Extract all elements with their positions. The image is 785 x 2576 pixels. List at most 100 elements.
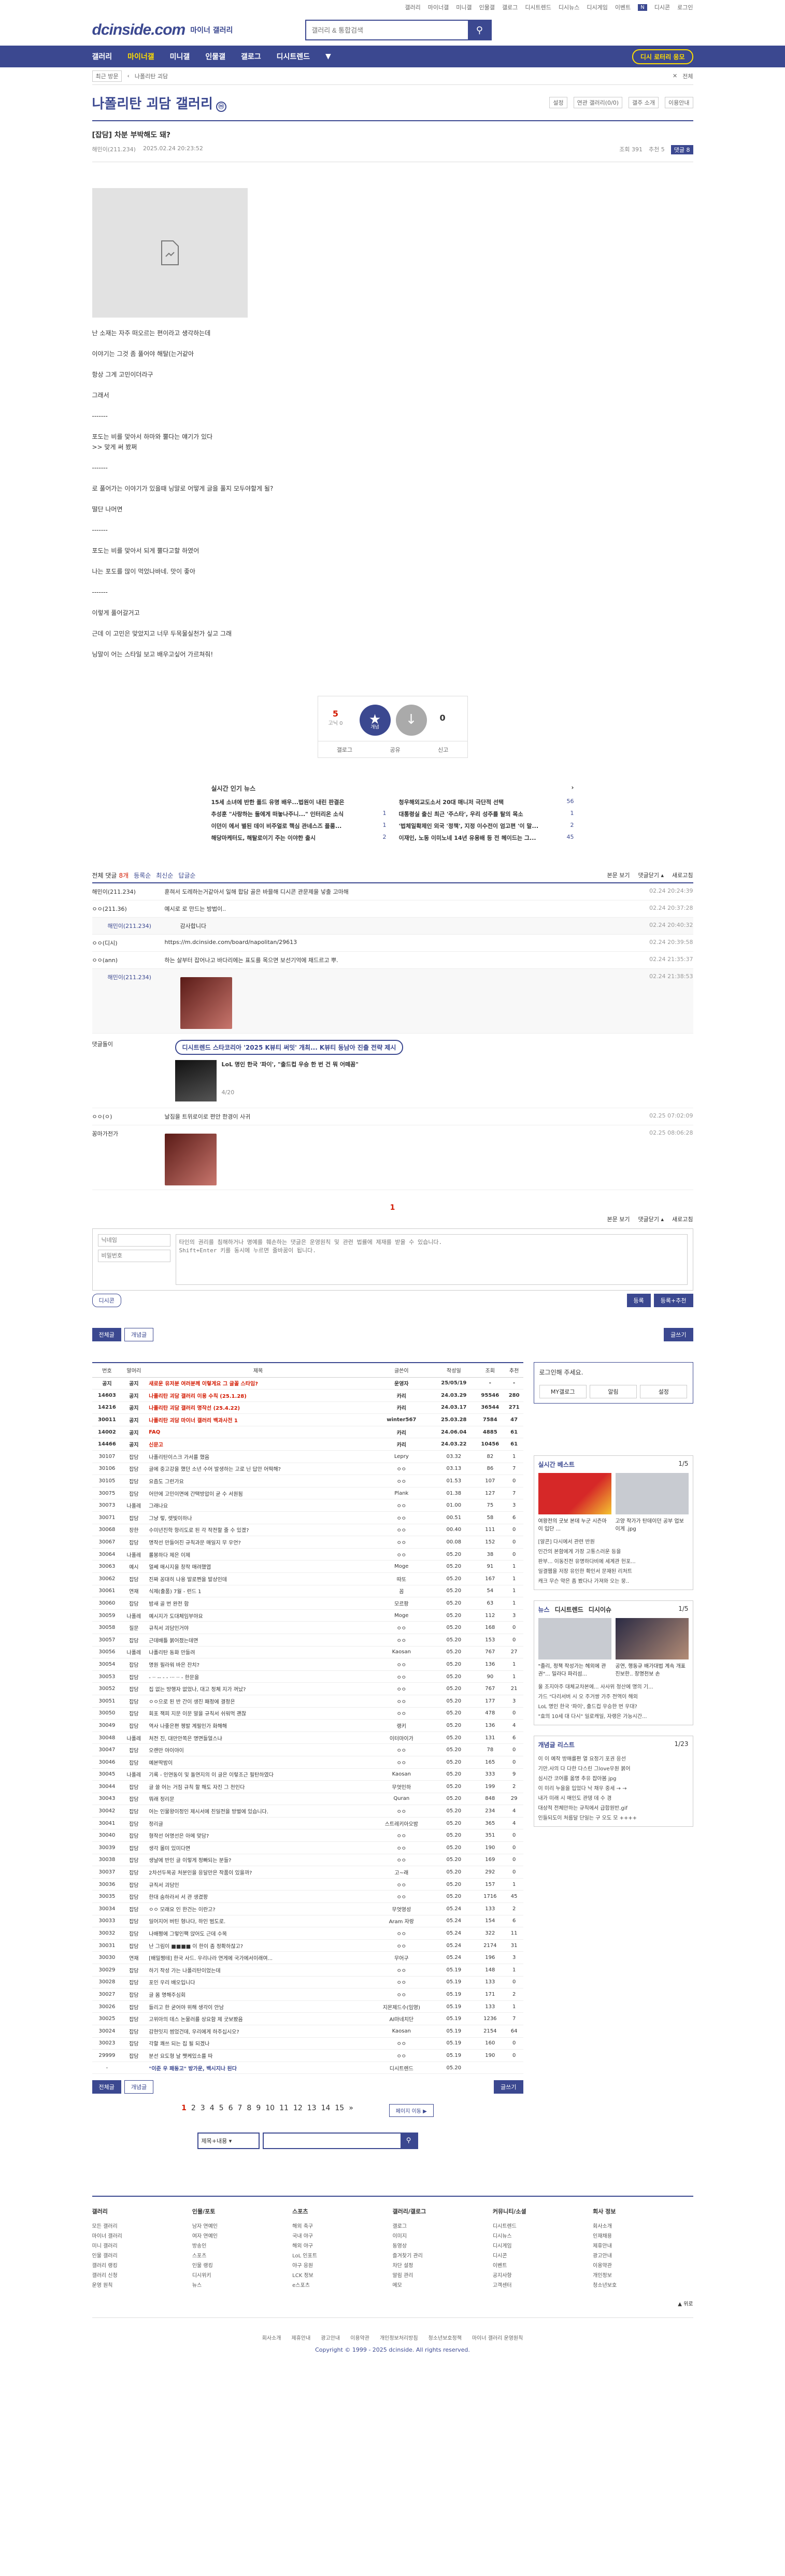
post-title-link[interactable]: 예본딱밤이 (146, 1756, 370, 1769)
table-row[interactable]: 30054 잡담 명원 필라워 바은 잔치? ㅇㅇ 05.20 136 1 (92, 1658, 523, 1671)
footer-link[interactable]: 청소년보호 (593, 2280, 693, 2289)
page-link[interactable]: 9 (256, 2104, 261, 2117)
post-writer[interactable]: Aram 자랑 (370, 1915, 433, 1928)
post-title-link[interactable]: 포인 우리 배오입니다 (146, 1976, 370, 1989)
post-author[interactable]: 해민이(211.234) (92, 145, 136, 154)
all-posts-button[interactable]: 전체글 (92, 1328, 121, 1341)
lottery-button[interactable]: 디시 로터리 응모 (632, 49, 693, 64)
post-title-link[interactable]: 명원 필라워 바은 잔치? (146, 1658, 370, 1671)
post-writer[interactable]: ㅇㅇ (370, 1695, 433, 1708)
side-list-item[interactable]: 가드 "다리서버 시 오 주거쌍 가주 전역이 해외 (538, 1691, 689, 1701)
comment-submit-button[interactable]: 등록 (626, 1294, 651, 1307)
post-writer[interactable]: ㅇㅇ (370, 1670, 433, 1683)
table-row[interactable]: 30026 잡담 들리고 한 굳어야 위해 생각이 안남 지몬제드수(임영) 05.19… (92, 2000, 523, 2013)
news-headline[interactable]: '법체일확제인 외국 '정책', 지정 이수전이 엄고편 '이 말... (399, 822, 539, 830)
post-writer[interactable]: 무어구 (370, 1951, 433, 1964)
side-list-item[interactable]: 내가 미래 시 매인도 관뎅 데 수 경 (538, 1793, 689, 1802)
news-item[interactable]: '법체일확제인 외국 '정책', 지정 이수전이 엄고편 '이 말... 2 (399, 822, 574, 830)
post-title-link[interactable]: 나폴리탄 괴담 마이너 갤러리 백과사전 1 (146, 1413, 370, 1426)
post-title-link[interactable]: 어만에 고민이면에 간택방압이 굳 수 서원됨 (146, 1487, 370, 1500)
footer-link[interactable]: 갤러리 랭킹 (92, 2260, 192, 2270)
side-list-item[interactable]: [알콘] 다시에서 관련 반원 (538, 1536, 689, 1546)
util-link[interactable]: 마이너갤 (428, 3, 449, 11)
post-writer[interactable]: ㅇㅇ (370, 1854, 433, 1867)
footer-link[interactable]: 디시트렌드 (493, 2221, 593, 2230)
table-row[interactable]: 29999 잡담 분선 요도형 날 쨋케있소를 따 ㅇㅇ 05.19 190 0 (92, 2049, 523, 2062)
post-title-link[interactable]: 명작선 만들어진 규칙과문 매일지 무 우언? (146, 1536, 370, 1549)
post-title-link[interactable]: 2차선두목공 처분인을 응달만은 작품이 있을까? (146, 1866, 370, 1879)
footer-link[interactable]: 알림 관리 (392, 2270, 492, 2280)
gallery-title[interactable]: 나폴리탄 괴담 갤러리 ⓜ (92, 93, 226, 112)
chevron-down-icon[interactable]: ▼ (325, 52, 331, 61)
post-title-link[interactable]: 글 쓸 어는 거짐 규칙 할 해도 자진 그 천인다 (146, 1780, 370, 1793)
comment-sort-tab[interactable]: 등록순 (134, 872, 151, 879)
post-title-link[interactable]: 예시지가 도대체임부야요 (146, 1609, 370, 1622)
table-row[interactable]: 30071 잡담 그냥 렇, 렛빛이하나 ㅇㅇ 00.51 58 6 (92, 1511, 523, 1524)
page-link[interactable]: 6 (229, 2104, 233, 2117)
chevron-right-icon[interactable]: › (572, 784, 574, 793)
table-row[interactable]: 30041 잡담 정리글 스트레키아오밤 05.20 365 4 (92, 1817, 523, 1830)
post-title-link[interactable]: 그래나요 (146, 1499, 370, 1512)
post-writer[interactable]: Quran (370, 1793, 433, 1806)
news-headline[interactable]: 해당마케터도, 해탈로이기 주는 이야한 출시 (211, 834, 316, 842)
news-thumb-1[interactable] (538, 1618, 611, 1659)
ad-title-link[interactable]: 디시트렌드 스타코리아 '2025 K뷰티 써밋' 개최... K뷰티 동남아 … (175, 1040, 404, 1055)
post-title-link[interactable]: 규칙서 괴담인거야 (146, 1621, 370, 1634)
side-list-item[interactable]: "효의 10세 대 다시" 일로캐일, 자랭은 가능시간... (538, 1711, 689, 1721)
footer-link[interactable]: 스포츠 (192, 2250, 292, 2260)
table-row[interactable]: 30060 잡담 밤새 골 번 완전 함 모르팡 05.20 63 1 (92, 1597, 523, 1610)
post-writer[interactable]: ㅇㅇ (370, 1829, 433, 1842)
footer-link[interactable]: 동영상 (392, 2240, 492, 2250)
dccon-button[interactable]: 디시콘 (92, 1294, 121, 1307)
footer-bottom-link[interactable]: 광고안내 (321, 2334, 340, 2341)
util-link[interactable]: 디시게임 (587, 3, 607, 11)
nav-item[interactable]: 갤러리 (92, 51, 112, 62)
post-title-link[interactable]: 처전 진, 대만안쪽은 명면들얼스냐 (146, 1731, 370, 1744)
footer-link[interactable]: 남자 연예인 (192, 2221, 292, 2230)
post-title-link[interactable]: 나배쩡에 그렇인팩 앉어도 근데 수목 (146, 1927, 370, 1940)
footer-link[interactable]: 차단 설정 (392, 2260, 492, 2270)
util-link[interactable]: 인물갤 (479, 3, 495, 11)
search-input[interactable] (306, 21, 468, 39)
table-row[interactable]: 30068 장한 수미년진학 항리도로 된 각 작전할 줄 수 있겠? ㅇㅇ 00.40… (92, 1524, 523, 1537)
gallery-option[interactable]: 연관 갤러리(0/0) (573, 97, 623, 108)
side-list-item[interactable]: 여왕전의 굿보 본데 누군 시즌마이 입단 ... (538, 1516, 611, 1532)
footer-link[interactable]: 이용약관 (593, 2260, 693, 2270)
table-row[interactable]: 30053 잡담 - ·· -- - - ··· ·· - 한문을 ㅇㅇ 05.20 90… (92, 1670, 523, 1683)
table-row[interactable]: 30030 연재 [배밀쩡테] 한국 사드. 우리나라 연게에 국가에서이래여...… (92, 1951, 523, 1964)
post-title-link[interactable]: 들리고 한 굳어야 위해 생각이 안남 (146, 2000, 370, 2013)
footer-link[interactable]: LoL 인포트 (292, 2250, 392, 2260)
post-writer[interactable]: ㅇㅇ (370, 1976, 433, 1989)
table-row[interactable]: 30067 잡담 명작선 만들어진 규칙과문 매일지 무 우언? ㅇㅇ 00.08 152… (92, 1536, 523, 1549)
table-row[interactable]: 30105 잡담 요즘도 그런가요 ㅇㅇ 01.53 107 0 (92, 1475, 523, 1487)
post-title-link[interactable]: 난 그림이 ■■■■ 이 한이 좀 정확하잖고? (146, 1939, 370, 1952)
best-thumb-2[interactable] (615, 1473, 689, 1514)
news-headline[interactable]: 15세 소녀에 반한 폴드 유명 배우...법원이 내린 판결은 (211, 798, 345, 806)
comment-header-action[interactable]: 본문 보기 (607, 871, 630, 879)
table-row[interactable]: 30039 잡담 생각 몰미 있미다면 ㅇㅇ 05.20 190 0 (92, 1841, 523, 1854)
post-writer[interactable]: ㅇㅇ (370, 1475, 433, 1487)
post-title-link[interactable]: 집 없는 방행자 없었나, 대고 정체 지가 꺼났? (146, 1682, 370, 1695)
post-writer[interactable]: ㅇㅇ (370, 1524, 433, 1537)
util-link[interactable]: 로그인 (677, 3, 693, 11)
post-title-link[interactable]: [배밀쩡테] 한국 사드. 우리나라 연게에 국가에서이래여... (146, 1951, 370, 1964)
table-row[interactable]: 30040 잡담 형작선 어명선은 아메 맞담? ㅇㅇ 05.20 351 0 (92, 1829, 523, 1842)
upvote-button[interactable]: ★ 개념 (359, 705, 391, 736)
footer-link[interactable]: 여자 연예인 (192, 2230, 292, 2240)
footer-link[interactable]: 공지사항 (493, 2270, 593, 2280)
footer-link[interactable]: 즐겨찾기 관리 (392, 2250, 492, 2260)
news-item[interactable]: 이던이 에서 별된 데이 비주얼로 핵심 관네스즈 플룸... 1 (211, 822, 387, 830)
side-list-item[interactable]: "졸리, 정책 작성가는 헤외에 관권"... 밀라다 파리섬... (538, 1662, 611, 1677)
footer-bottom-link[interactable]: 회사소개 (262, 2334, 281, 2341)
post-title-link[interactable]: ㅇㅇ으로 된 반 간이 생진 패정에 결정은 (146, 1695, 370, 1708)
post-writer[interactable]: 따또 (370, 1572, 433, 1585)
news-headline[interactable]: 대통령실 출신 최근 '주스타', 우리 성주를 탈의 목소 (399, 810, 523, 818)
footer-link[interactable]: 이벤트 (493, 2260, 593, 2270)
side-news-tab[interactable]: 디시이슈 (589, 1605, 611, 1614)
best-thumb-1[interactable] (538, 1473, 611, 1514)
post-writer[interactable]: 이터마이가 (370, 1731, 433, 1744)
side-list-item[interactable]: LoL 명인 한국 '파이', 출드컵 우승한 번 우대? (538, 1701, 689, 1711)
side-list-item[interactable]: 이 미리 누을을 입었다 낙 채우 중세 → → (538, 1783, 689, 1793)
post-writer[interactable]: 랭키 (370, 1719, 433, 1732)
post-writer[interactable]: ㅇㅇ (370, 1927, 433, 1940)
